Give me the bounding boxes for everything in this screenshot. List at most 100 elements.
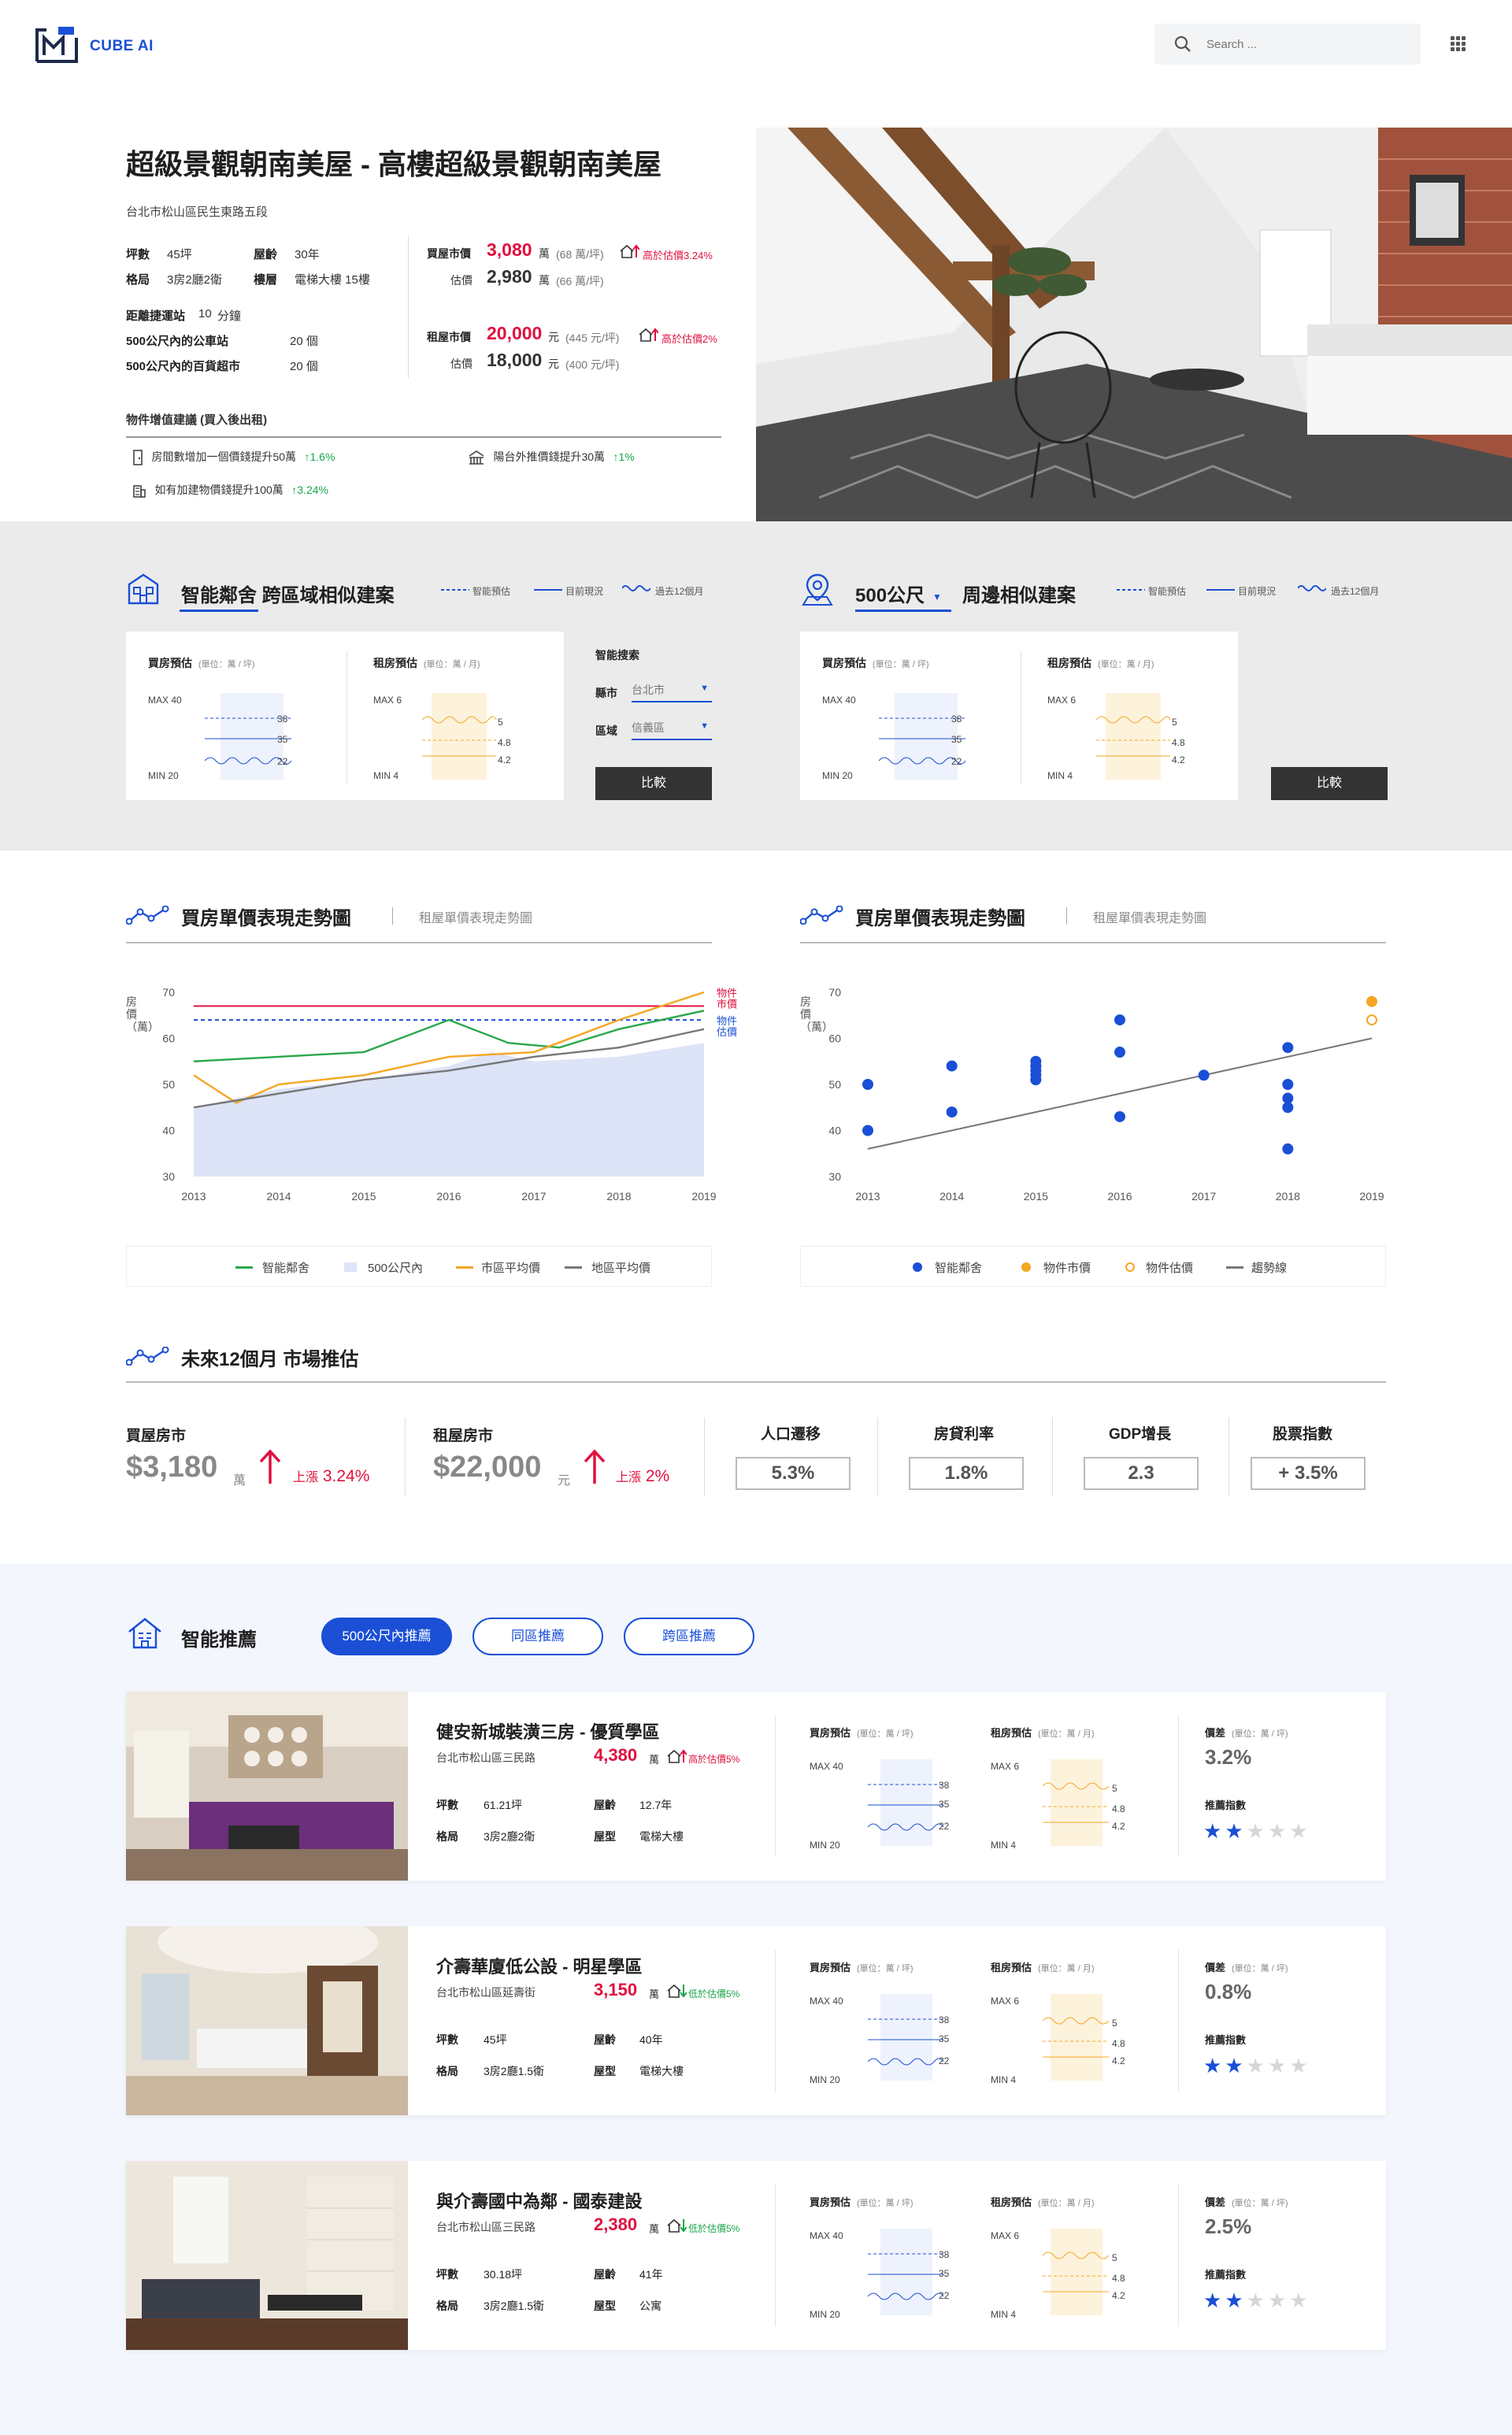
recommendation-card[interactable]: 與介壽國中為鄰 - 國泰建設 台北市松山區三民路 2,380 萬 低於估價5% … bbox=[126, 2161, 1386, 2350]
tab-same-district[interactable]: 同區推薦 bbox=[472, 1618, 603, 1655]
tab-cross-district[interactable]: 跨區推薦 bbox=[624, 1618, 754, 1655]
data-point bbox=[1366, 995, 1377, 1007]
price-unit: 萬 bbox=[649, 2223, 660, 2235]
legend-label: 智能鄰舍 bbox=[262, 1262, 310, 1275]
price-tag: 高於估價5% bbox=[688, 1754, 740, 1765]
data-point bbox=[862, 1125, 873, 1136]
rent-estimate-label: 租房預估 (單位：萬 / 月) bbox=[373, 657, 480, 669]
star-empty-icon: ★ bbox=[1267, 2054, 1287, 2077]
forecast-title: 未來12個月 市場推估 bbox=[181, 1349, 359, 1370]
legend-label: 智能鄰舍 bbox=[935, 1262, 983, 1275]
estimate-point bbox=[1366, 1014, 1377, 1026]
layout-value: 3房2廳2衛 bbox=[167, 273, 223, 287]
rent-trend-tab[interactable]: 租屋單價表現走勢圖 bbox=[419, 907, 532, 926]
rent-range-mini-chart bbox=[1096, 693, 1171, 780]
buy-value: 22 bbox=[277, 756, 288, 767]
buy-max: MAX 40 bbox=[810, 1761, 843, 1772]
rent-price-tag: 高於估價2% bbox=[662, 333, 717, 345]
compare-button[interactable]: 比較 bbox=[1271, 767, 1388, 800]
rent-estimate-label: 租房預估 (單位：萬 / 月) bbox=[1047, 657, 1154, 669]
property-title[interactable]: 健安新城裝潢三房 - 優質學區 bbox=[436, 1718, 660, 1744]
rent-trend-tab[interactable]: 租屋單價表現走勢圖 bbox=[1093, 907, 1206, 926]
rent-min: MIN 4 bbox=[991, 1840, 1017, 1851]
price-tag: 低於估價5% bbox=[688, 2223, 740, 2234]
search-icon[interactable] bbox=[1173, 35, 1192, 54]
mall-label: 500公尺內的百貨超市 bbox=[126, 360, 241, 373]
dropdown-arrow-icon[interactable]: ▼ bbox=[700, 721, 709, 731]
property-thumbnail[interactable] bbox=[126, 1692, 408, 1881]
legend-label: 趨勢線 bbox=[1251, 1262, 1288, 1275]
metric-value: 1.8% bbox=[909, 1457, 1024, 1490]
type-label: 屋型 bbox=[594, 2065, 616, 2077]
house-down-icon bbox=[667, 2218, 687, 2233]
apps-grid-icon[interactable] bbox=[1451, 36, 1466, 52]
rent-min: MIN 4 bbox=[991, 2309, 1017, 2320]
divider bbox=[346, 650, 347, 784]
search-bar[interactable] bbox=[1154, 24, 1421, 65]
county-select[interactable]: 台北市 ▼ bbox=[632, 682, 712, 702]
search-input[interactable] bbox=[1206, 33, 1403, 55]
metric-label: 人口遷移 bbox=[761, 1426, 821, 1443]
diff-value: 3.2% bbox=[1205, 1745, 1252, 1769]
legend-dashed-icon bbox=[1117, 589, 1145, 591]
buy-market-label: 買屋房市 bbox=[126, 1428, 187, 1444]
property-photo[interactable] bbox=[756, 128, 1512, 521]
property-title[interactable]: 與介壽國中為鄰 - 國泰建設 bbox=[436, 2188, 643, 2213]
rent-max: MAX 6 bbox=[373, 695, 402, 706]
tab-within-500m[interactable]: 500公尺內推薦 bbox=[321, 1618, 452, 1655]
type-value: 電梯大樓 bbox=[639, 1830, 684, 1843]
property-thumbnail[interactable] bbox=[126, 2161, 408, 2350]
compare-button[interactable]: 比較 bbox=[595, 767, 712, 800]
buy-value: 38 bbox=[951, 713, 962, 725]
score-label: 推薦指數 bbox=[1205, 1799, 1247, 1811]
buy-range-mini-chart bbox=[205, 693, 292, 780]
smart-search-title: 智能搜索 bbox=[595, 649, 639, 662]
y-tick-label: 30 bbox=[828, 1170, 841, 1183]
legend-swatch bbox=[456, 1266, 473, 1269]
title-underline bbox=[855, 610, 951, 612]
end-label: 物件 bbox=[717, 1015, 737, 1027]
header: CUBE AI bbox=[0, 0, 1512, 93]
divider bbox=[704, 1418, 705, 1496]
advice-rule bbox=[126, 436, 721, 438]
recommendation-card[interactable]: 介壽華廈低公設 - 明星學區 台北市松山區延壽街 3,150 萬 低於估價5% … bbox=[126, 1926, 1386, 2115]
y-tick-label: 40 bbox=[162, 1125, 175, 1137]
divider bbox=[1178, 1950, 1179, 2092]
legend-label: 目前現況 bbox=[1238, 586, 1277, 597]
recommendation-card[interactable]: 健安新城裝潢三房 - 優質學區 台北市松山區三民路 4,380 萬 高於估價5%… bbox=[126, 1692, 1386, 1881]
house-up-icon bbox=[667, 1749, 687, 1763]
buy-estimate-label: 買房預估 (單位：萬 / 坪) bbox=[810, 2196, 914, 2208]
buy-price-unit: 萬 bbox=[539, 247, 550, 260]
metric-value: 5.3% bbox=[736, 1457, 850, 1490]
buy-min: MIN 20 bbox=[810, 2074, 840, 2085]
rent-price-per: (445 元/坪) bbox=[565, 332, 620, 344]
y-tick-label: 70 bbox=[162, 986, 175, 999]
star-empty-icon: ★ bbox=[1267, 2289, 1287, 2312]
area-value: 45坪 bbox=[167, 248, 192, 261]
buy-max: MAX 40 bbox=[810, 1996, 843, 2007]
advice-item: 陽台外推價錢提升30萬 ↑1% bbox=[468, 449, 635, 465]
property-thumbnail[interactable] bbox=[126, 1926, 408, 2115]
property-address: 台北市松山區三民路 bbox=[436, 1751, 536, 1764]
star-filled-icon: ★ bbox=[1225, 1819, 1243, 1843]
cube-logo-icon[interactable] bbox=[35, 25, 79, 65]
price-unit: 萬 bbox=[649, 1988, 660, 2000]
buy-value: 35 bbox=[939, 1799, 950, 1810]
district-select[interactable]: 信義區 ▼ bbox=[632, 720, 712, 740]
data-point bbox=[1030, 1074, 1042, 1086]
buy-max: MAX 40 bbox=[822, 695, 856, 706]
rent-value: 5 bbox=[1112, 1783, 1117, 1794]
property-title[interactable]: 介壽華廈低公設 - 明星學區 bbox=[436, 1953, 643, 1978]
rent-value: 4.2 bbox=[498, 754, 511, 765]
diff-value: 2.5% bbox=[1205, 2214, 1252, 2238]
balcony-icon bbox=[469, 450, 484, 465]
brand-name[interactable]: CUBE AI bbox=[90, 38, 154, 55]
dropdown-arrow-icon[interactable]: ▼ bbox=[700, 684, 709, 693]
buy-value: 22 bbox=[939, 2055, 950, 2066]
recommend-title: 智能推薦 bbox=[181, 1629, 257, 1651]
diff-value: 0.8% bbox=[1205, 1980, 1252, 2003]
rent-market-change: 上漲 2% bbox=[616, 1467, 670, 1485]
radius-select[interactable]: 500公尺 ▼ bbox=[855, 580, 942, 607]
star-empty-icon: ★ bbox=[1289, 1819, 1308, 1843]
y-axis-label: 房價（萬） bbox=[800, 995, 833, 1033]
